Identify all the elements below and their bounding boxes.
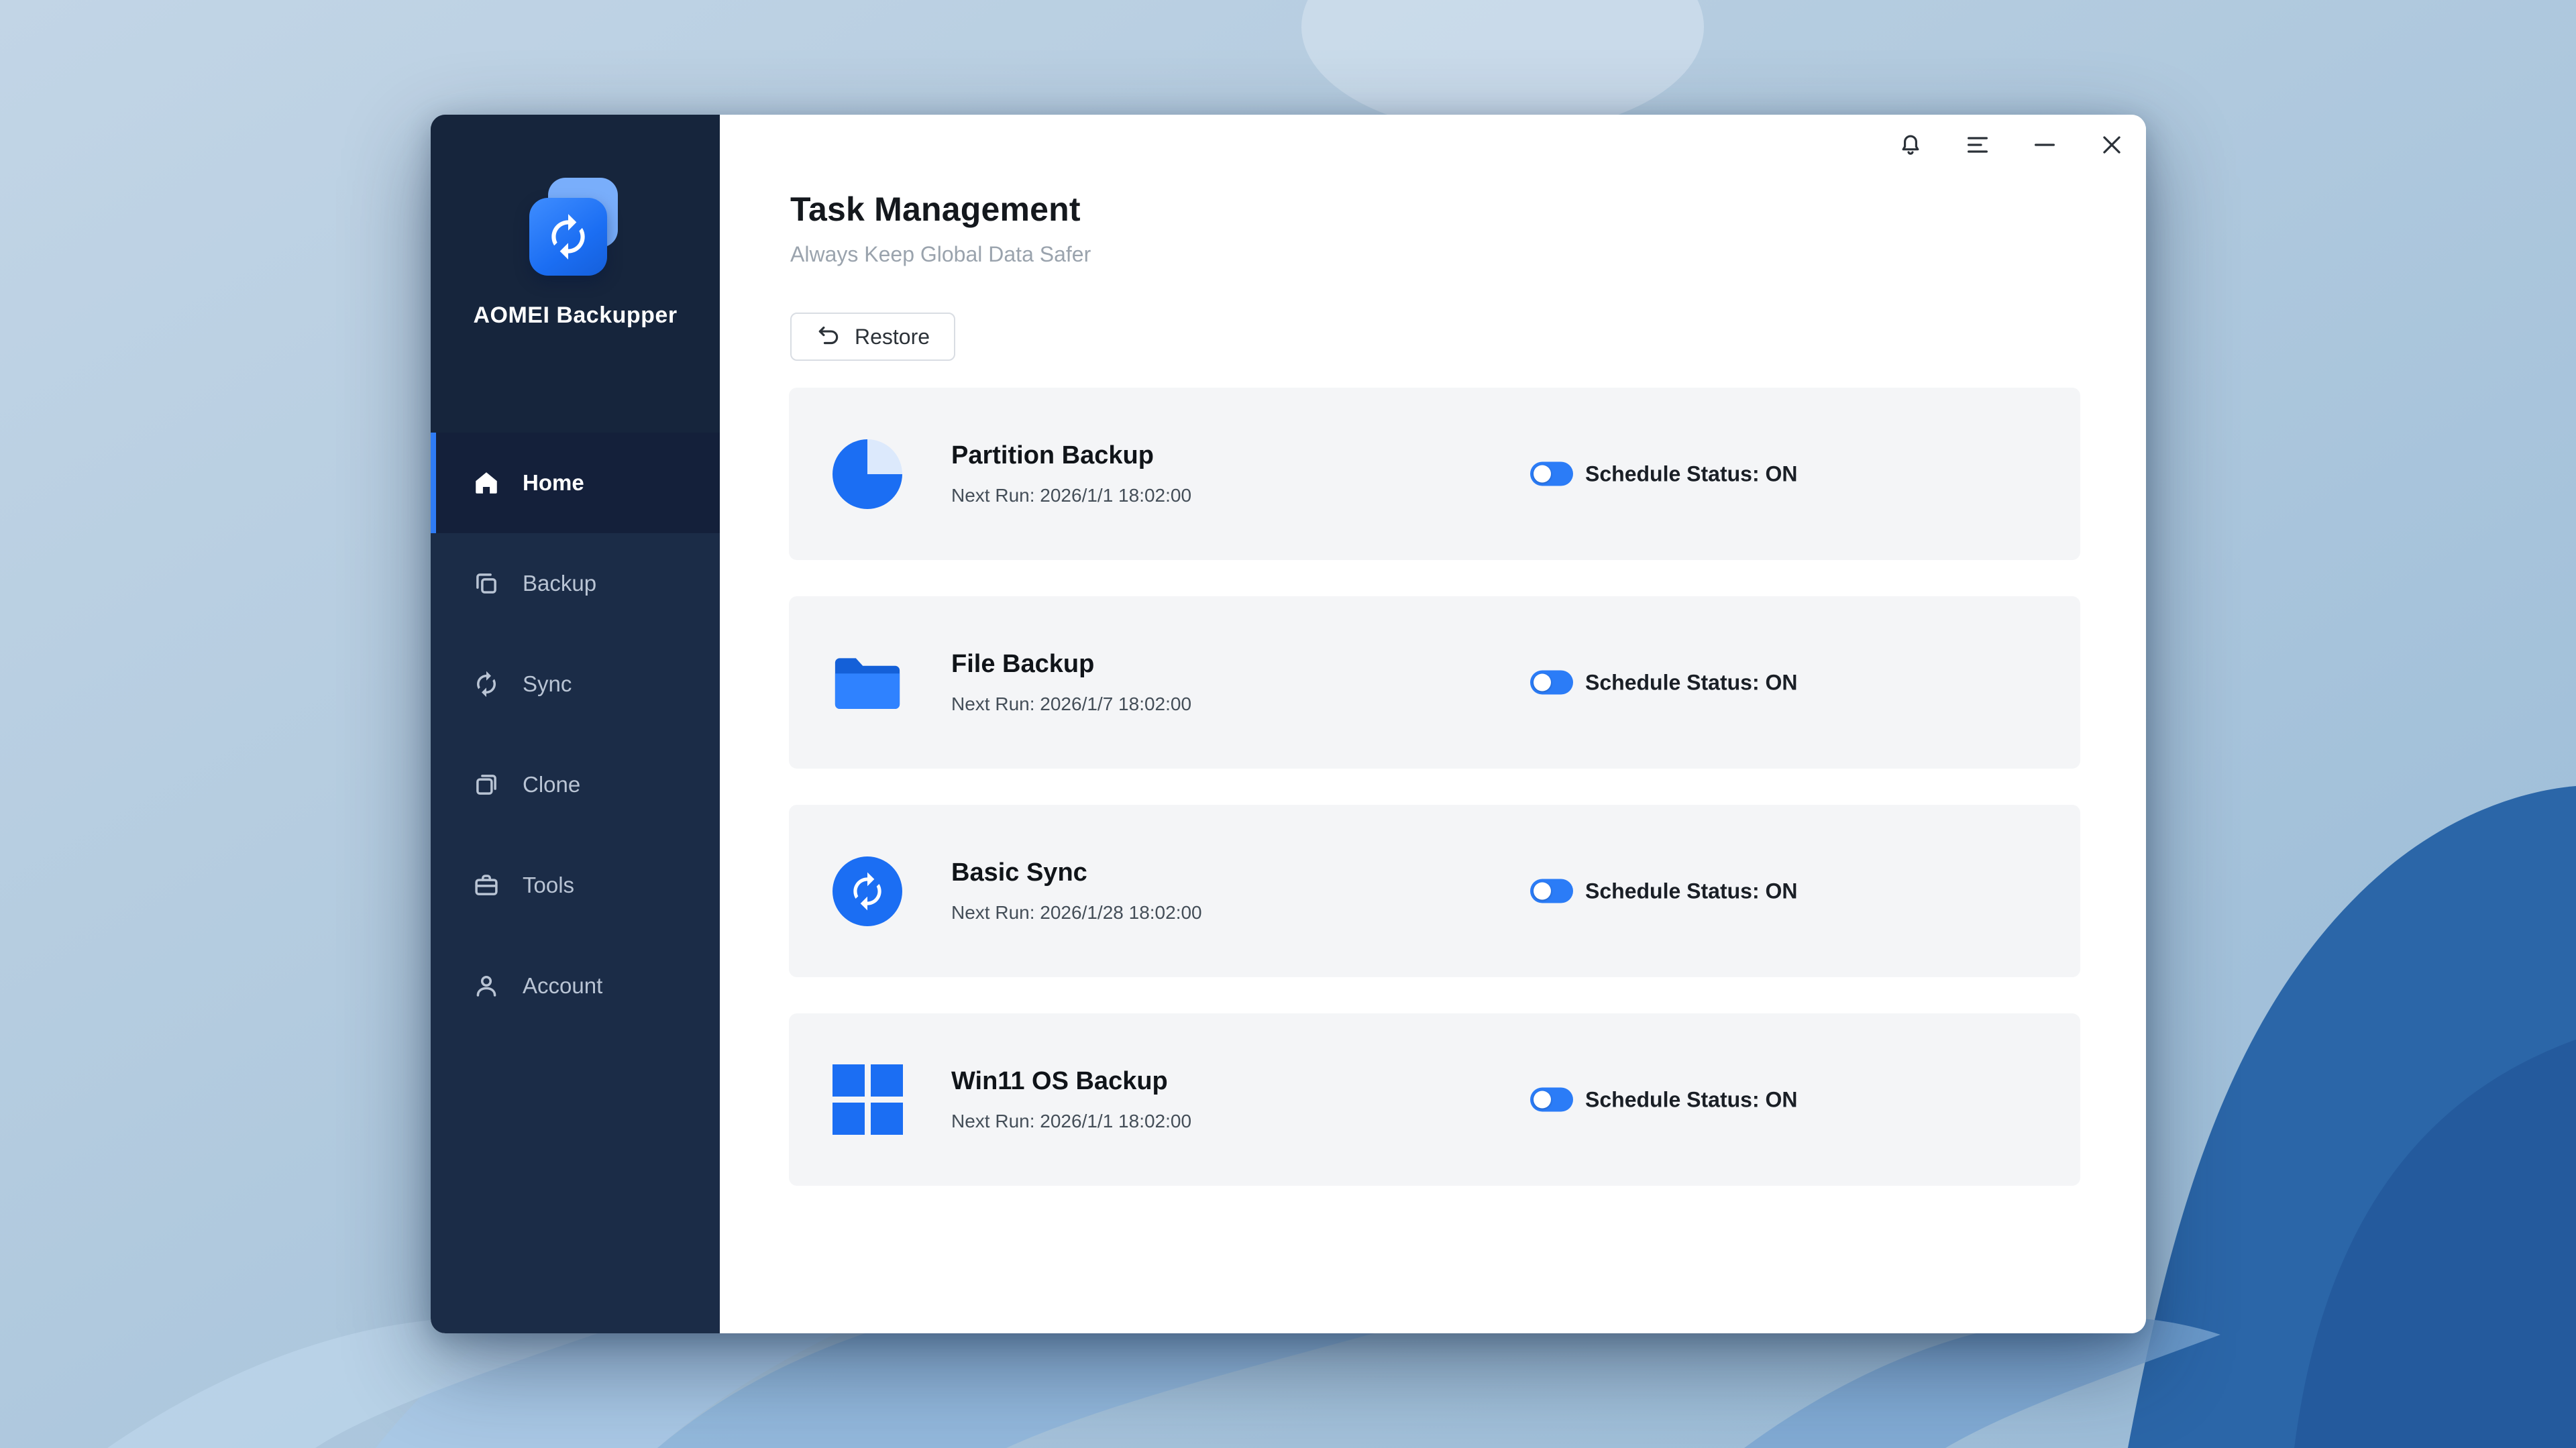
schedule-status-label: Schedule Status: ON <box>1585 1087 1798 1112</box>
close-icon <box>2099 132 2125 158</box>
toggle-knob <box>1534 465 1551 483</box>
task-card-file-backup[interactable]: File Backup Next Run: 2026/1/7 18:02:00 … <box>789 596 2080 769</box>
hamburger-menu-icon <box>1964 131 1991 158</box>
titlebar-actions <box>1890 124 2133 166</box>
sidebar-nav: Home Backup Sync <box>431 433 720 1036</box>
windows-logo-icon <box>830 1063 904 1137</box>
restore-button[interactable]: Restore <box>790 313 955 361</box>
account-person-icon <box>472 972 500 1000</box>
schedule-toggle[interactable] <box>1530 462 1573 486</box>
task-next-run: Next Run: 2026/1/7 18:02:00 <box>951 693 1191 715</box>
sidebar-item-label: Home <box>523 470 584 496</box>
sidebar-item-label: Tools <box>523 873 574 898</box>
minimize-button[interactable] <box>2024 124 2065 166</box>
pie-chart-icon <box>830 437 904 511</box>
task-card-win11-os-backup[interactable]: Win11 OS Backup Next Run: 2026/1/1 18:02… <box>789 1013 2080 1186</box>
bell-icon <box>1896 131 1925 159</box>
close-button[interactable] <box>2091 124 2133 166</box>
sidebar-item-label: Clone <box>523 772 580 797</box>
sidebar-item-home[interactable]: Home <box>431 433 720 533</box>
backup-copy-icon <box>472 569 500 598</box>
task-next-run: Next Run: 2026/1/1 18:02:00 <box>951 1111 1191 1132</box>
logo-front-square <box>529 198 607 276</box>
folder-icon <box>830 646 904 720</box>
restore-button-label: Restore <box>855 325 930 349</box>
sidebar-item-tools[interactable]: Tools <box>431 835 720 936</box>
task-title: File Backup <box>951 650 1191 679</box>
schedule-status-label: Schedule Status: ON <box>1585 670 1798 695</box>
restore-undo-icon <box>816 324 841 349</box>
schedule-status-label: Schedule Status: ON <box>1585 461 1798 486</box>
sidebar-item-sync[interactable]: Sync <box>431 634 720 734</box>
schedule-toggle[interactable] <box>1530 1088 1573 1112</box>
task-title: Partition Backup <box>951 441 1191 470</box>
clone-icon <box>472 771 500 799</box>
toggle-knob <box>1534 883 1551 900</box>
page-title: Task Management <box>790 190 1091 229</box>
task-title: Win11 OS Backup <box>951 1067 1191 1096</box>
app-window: AOMEI Backupper Home Backup <box>431 115 2146 1333</box>
sidebar: AOMEI Backupper Home Backup <box>431 115 720 1333</box>
task-next-run: Next Run: 2026/1/28 18:02:00 <box>951 902 1202 924</box>
app-logo-icon <box>525 178 626 278</box>
minimize-icon <box>2031 131 2058 158</box>
sync-arrows-icon <box>472 670 500 698</box>
sidebar-item-clone[interactable]: Clone <box>431 734 720 835</box>
task-list: Partition Backup Next Run: 2026/1/1 18:0… <box>789 388 2080 1186</box>
schedule-status-label: Schedule Status: ON <box>1585 879 1798 903</box>
sidebar-item-label: Backup <box>523 571 596 596</box>
page-subtitle: Always Keep Global Data Safer <box>790 242 1091 267</box>
task-card-basic-sync[interactable]: Basic Sync Next Run: 2026/1/28 18:02:00 … <box>789 805 2080 977</box>
task-title: Basic Sync <box>951 858 1202 887</box>
sync-circle-icon <box>830 854 904 928</box>
app-name: AOMEI Backupper <box>473 302 677 329</box>
task-next-run: Next Run: 2026/1/1 18:02:00 <box>951 485 1191 506</box>
logo-sync-arrows-icon <box>543 212 593 262</box>
toggle-knob <box>1534 1091 1551 1109</box>
schedule-toggle[interactable] <box>1530 671 1573 695</box>
home-icon <box>472 469 500 497</box>
sidebar-logo-area: AOMEI Backupper <box>431 115 720 433</box>
toggle-knob <box>1534 674 1551 691</box>
main-content: Task Management Always Keep Global Data … <box>720 115 2146 1333</box>
tools-briefcase-icon <box>472 871 500 899</box>
schedule-toggle[interactable] <box>1530 879 1573 903</box>
menu-button[interactable] <box>1957 124 1998 166</box>
sidebar-item-label: Account <box>523 973 602 999</box>
sidebar-item-label: Sync <box>523 671 572 697</box>
task-card-partition-backup[interactable]: Partition Backup Next Run: 2026/1/1 18:0… <box>789 388 2080 560</box>
notifications-button[interactable] <box>1890 124 1931 166</box>
sidebar-item-account[interactable]: Account <box>431 936 720 1036</box>
sidebar-item-backup[interactable]: Backup <box>431 533 720 634</box>
page-header: Task Management Always Keep Global Data … <box>790 190 1091 267</box>
